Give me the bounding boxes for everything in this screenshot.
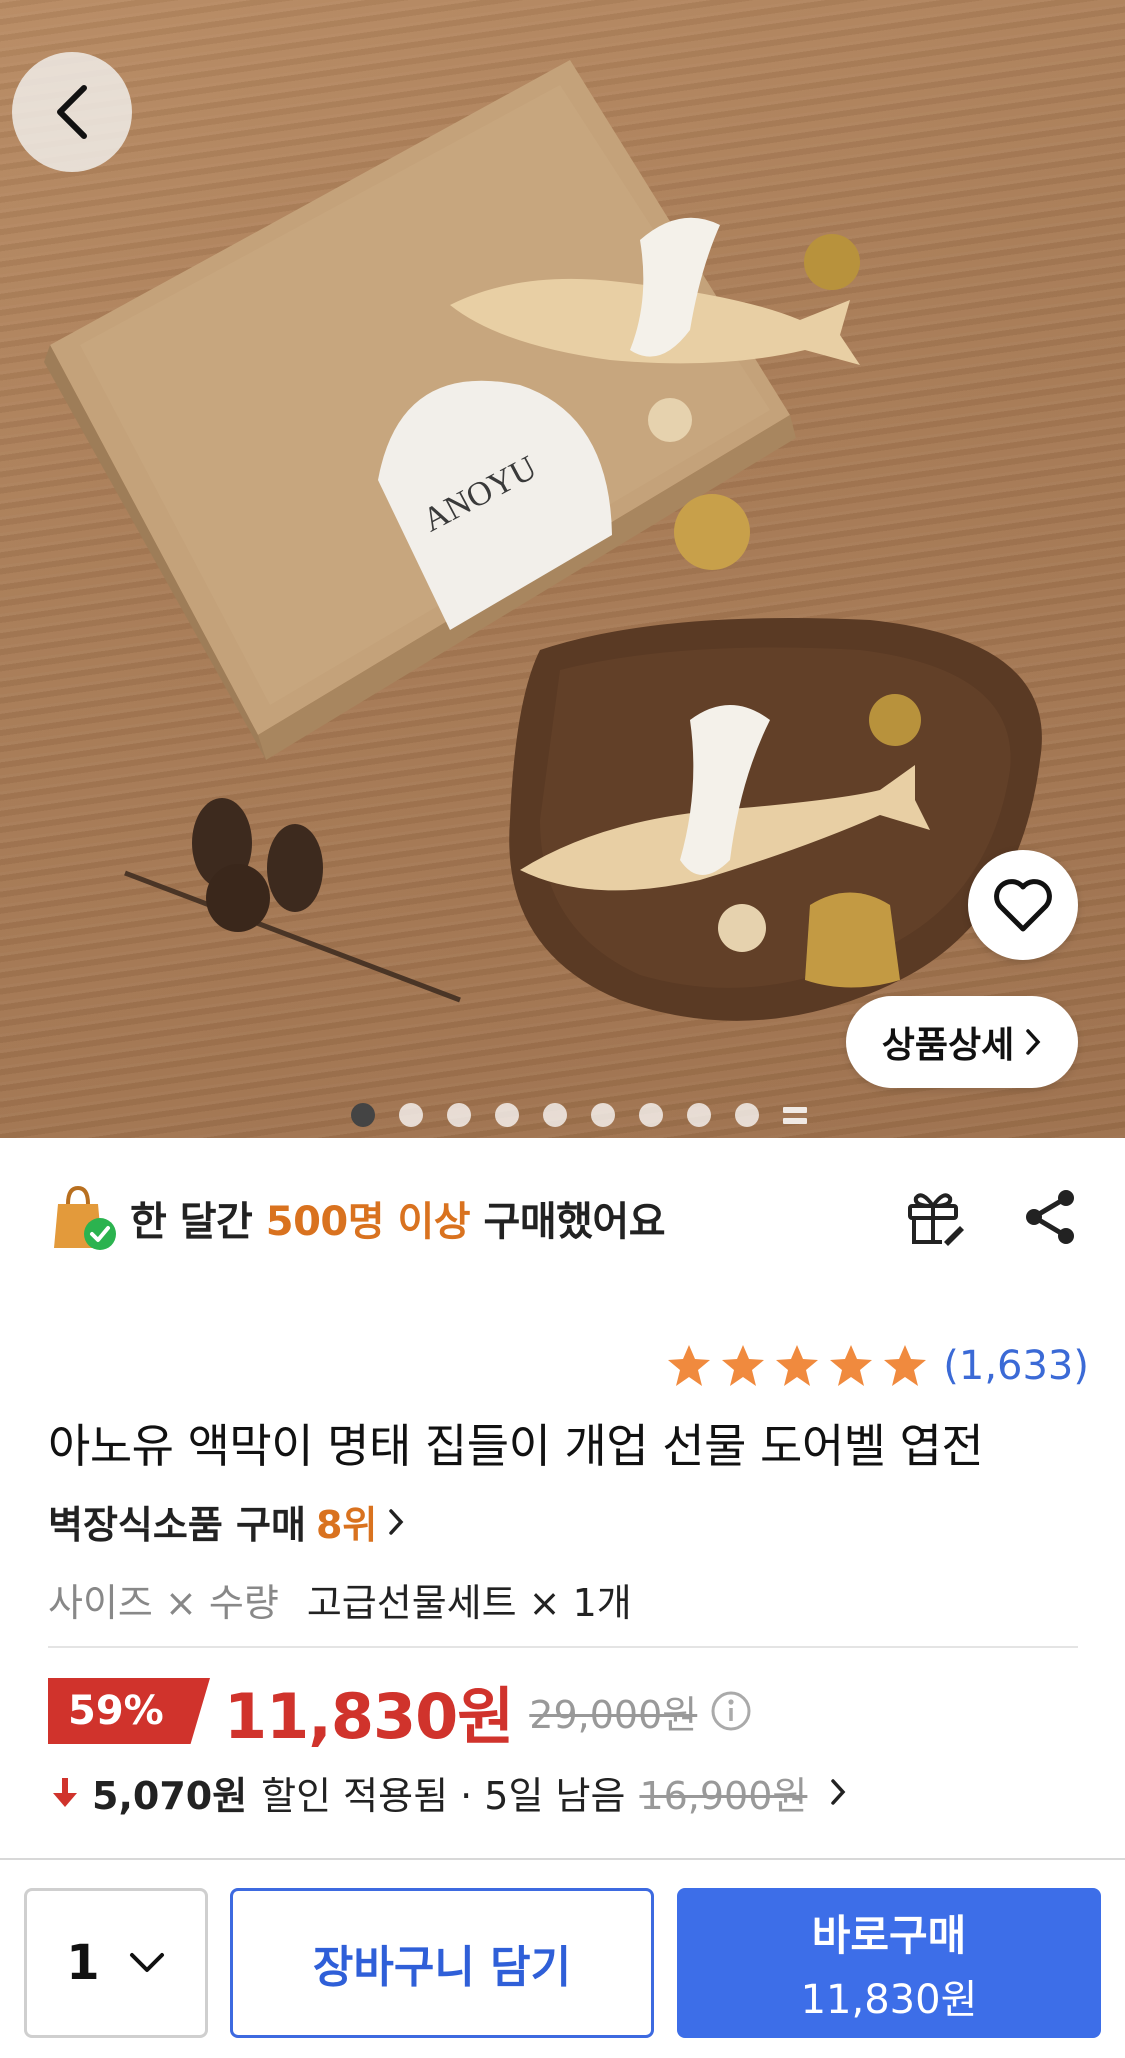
chevron-down-icon	[129, 1953, 164, 1972]
purchase-count-row: 한 달간 500명 이상 구매했어요	[48, 1178, 1088, 1258]
chevron-right-icon	[389, 1508, 404, 1535]
heart-icon	[994, 879, 1052, 932]
discount-badge: 59%	[48, 1678, 210, 1744]
carousel-dot[interactable]	[542, 1103, 567, 1127]
sale-price: 11,830원	[224, 1680, 514, 1753]
product-image-carousel[interactable]: ANOYU 상품상세	[0, 0, 1125, 1138]
purchase-count-text: 한 달간 500명 이상 구매했어요	[130, 1189, 666, 1247]
wishlist-button[interactable]	[968, 850, 1078, 960]
chevron-left-icon	[57, 85, 87, 139]
coupon-discount-row[interactable]: 5,070원 할인 적용됨 · 5일 남음 16,900원	[48, 1764, 847, 1820]
purchase-count-prefix: 한 달간	[130, 1199, 266, 1245]
carousel-dot[interactable]	[398, 1103, 423, 1127]
buy-now-price: 11,830원	[800, 1976, 978, 2023]
carousel-dot[interactable]	[686, 1103, 711, 1127]
rank-value: 8위	[315, 1503, 378, 1547]
carousel-dot[interactable]	[590, 1103, 615, 1127]
carousel-dot[interactable]	[446, 1103, 471, 1127]
carousel-dot[interactable]	[350, 1103, 375, 1127]
gift-icon[interactable]	[902, 1184, 968, 1250]
coupon-amount: 5,070원	[92, 1773, 248, 1818]
product-title: 아노유 액막이 명태 집들이 개업 선물 도어벨 엽전	[48, 1419, 984, 1473]
star-icon	[722, 1345, 765, 1386]
coupon-status-text: 할인 적용됨 · 5일 남음	[261, 1773, 626, 1818]
info-icon[interactable]	[709, 1689, 753, 1733]
share-icon[interactable]	[1018, 1184, 1084, 1250]
star-icon	[668, 1345, 711, 1386]
divider	[48, 1646, 1078, 1648]
purchase-count-suffix: 구매했어요	[470, 1199, 666, 1245]
review-count-link[interactable]: (1,633)	[943, 1343, 1089, 1389]
purchase-count-highlight: 500명 이상	[265, 1199, 471, 1245]
coupon-strike-price: 16,900원	[639, 1773, 808, 1818]
carousel-dot[interactable]	[638, 1103, 663, 1127]
star-icon	[776, 1345, 819, 1386]
arrow-down-icon	[53, 1778, 77, 1807]
carousel-dot[interactable]	[734, 1103, 759, 1127]
category-rank-link[interactable]: 벽장식소품 구매 8위	[48, 1494, 405, 1549]
option-value: 고급선물세트 × 1개	[306, 1581, 632, 1625]
product-photo: ANOYU	[44, 60, 1042, 1021]
chevron-right-icon	[1026, 1029, 1041, 1055]
product-detail-button[interactable]: 상품상세	[846, 996, 1078, 1088]
buy-now-label: 바로구매	[811, 1910, 967, 1960]
carousel-dot[interactable]	[494, 1103, 519, 1127]
star-icon	[830, 1345, 873, 1386]
buy-now-button[interactable]: 바로구매 11,830원	[677, 1888, 1101, 2038]
price-row: 59% 11,830원 29,000원	[48, 1676, 753, 1753]
star-icon	[884, 1345, 927, 1386]
add-to-cart-button[interactable]: 장바구니 담기	[230, 1888, 654, 2038]
rank-category: 벽장식소품 구매	[48, 1503, 306, 1547]
shopping-bag-check-icon	[54, 1185, 116, 1250]
quantity-select[interactable]: 1	[24, 1888, 208, 2038]
rating-row[interactable]: (1,633)	[665, 1338, 1089, 1394]
option-label: 사이즈 × 수량	[48, 1581, 279, 1625]
original-price: 29,000원	[529, 1692, 698, 1737]
back-button[interactable]	[12, 52, 132, 172]
carousel-indicator	[0, 1100, 1125, 1130]
quantity-value: 1	[66, 1935, 100, 1991]
purchase-bar: 1 장바구니 담기 바로구매 11,830원	[0, 1858, 1125, 2058]
carousel-more-icon[interactable]	[782, 1103, 807, 1127]
chevron-right-icon	[831, 1779, 846, 1805]
product-detail-label: 상품상세	[881, 1025, 1015, 1066]
selected-option[interactable]: 사이즈 × 수량 고급선물세트 × 1개	[48, 1572, 632, 1627]
